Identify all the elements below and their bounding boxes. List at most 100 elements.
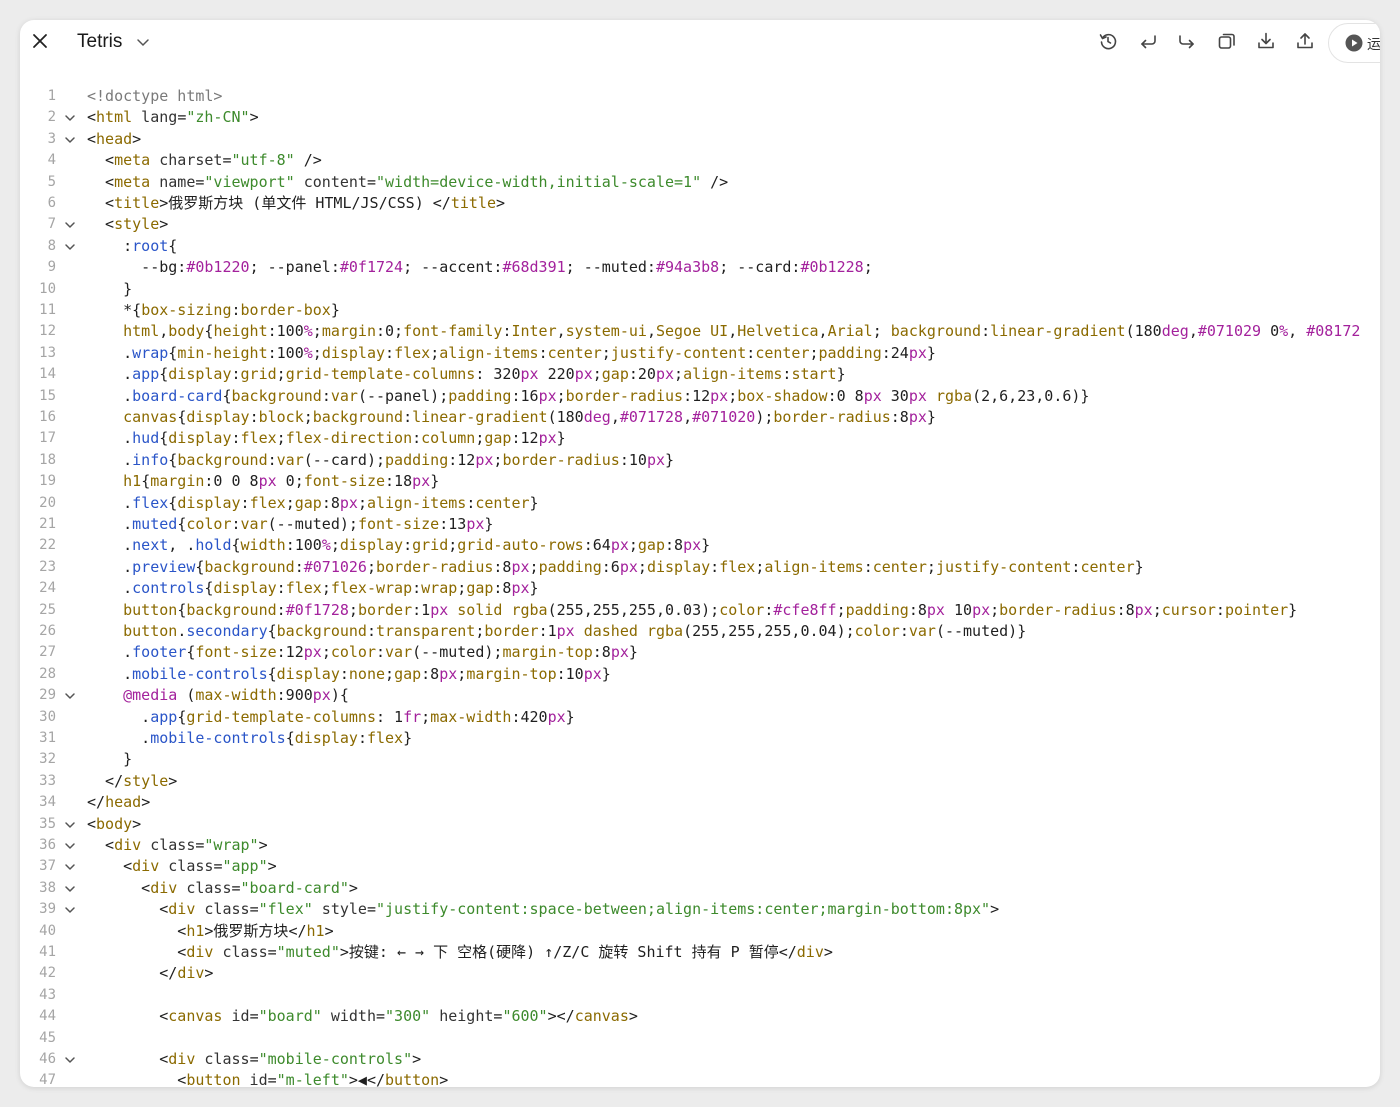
code-text: <html lang="zh-CN"> (87, 107, 259, 128)
code-line[interactable]: 25 button{background:#0f1728;border:1px … (20, 600, 1380, 621)
code-line[interactable]: 40 <h1>俄罗斯方块</h1> (20, 921, 1380, 942)
code-line[interactable]: 35 <body> (20, 814, 1380, 835)
code-line[interactable]: 13 .wrap{min-height:100%;display:flex;al… (20, 343, 1380, 364)
redo-icon[interactable] (1177, 31, 1197, 51)
code-token: ; (529, 557, 539, 576)
code-token: :0 8 (827, 386, 864, 405)
code-line[interactable]: 22 .next, .hold{width:100%;display:grid;… (20, 535, 1380, 556)
code-line[interactable]: 33 </style> (20, 771, 1380, 792)
code-line[interactable]: 24 .controls{display:flex;flex-wrap:wrap… (20, 578, 1380, 599)
code-token: : (87, 236, 133, 255)
fold-chevron-icon[interactable] (63, 111, 77, 125)
fold-chevron-icon[interactable] (63, 818, 77, 832)
code-token: :6 (601, 557, 620, 576)
code-token: } (87, 750, 133, 769)
code-line[interactable]: 11 *{box-sizing:border-box} (20, 300, 1380, 321)
code-line[interactable]: 18 .info{background:var(--card);padding:… (20, 450, 1380, 471)
code-token: padding (845, 600, 909, 619)
close-icon[interactable] (30, 31, 50, 51)
code-token: } (556, 429, 566, 448)
code-token: center (547, 343, 602, 362)
code-token: = (177, 108, 187, 127)
code-line[interactable]: 23 .preview{background:#071026;border-ra… (20, 557, 1380, 578)
code-token: , (646, 322, 656, 341)
download-icon[interactable] (1256, 31, 1276, 51)
code-line[interactable]: 15 .board-card{background:var(--panel);p… (20, 386, 1380, 407)
fold-chevron-icon[interactable] (63, 903, 77, 917)
code-line[interactable]: 9 --bg:#0b1220; --panel:#0f1724; --accen… (20, 257, 1380, 278)
code-line[interactable]: 44 <canvas id="board" width="300" height… (20, 1006, 1380, 1027)
code-token: . (87, 365, 133, 384)
code-token: { (177, 408, 187, 426)
code-line[interactable]: 12 html,body{height:100%;margin:0;font-f… (20, 321, 1380, 342)
fold-chevron-icon[interactable] (63, 839, 77, 853)
code-line[interactable]: 8 :root{ (20, 236, 1380, 257)
code-token: #cfe8ff (773, 600, 837, 619)
fold-chevron-icon[interactable] (63, 882, 77, 896)
code-line[interactable]: 37 <div class="app"> (20, 856, 1380, 877)
code-token: style (114, 215, 160, 234)
document-title[interactable]: Tetris (77, 31, 122, 53)
fold-chevron-icon[interactable] (63, 860, 77, 874)
code-editor[interactable]: 1 <!doctype html> 2 <html lang="zh-CN"> 3 <he… (20, 86, 1380, 1087)
code-line[interactable]: 46 <div class="mobile-controls"> (20, 1049, 1380, 1070)
code-token: block (258, 408, 304, 426)
code-line[interactable]: 6 <title>俄罗斯方块 (单文件 HTML/JS/CSS) </title… (20, 193, 1380, 214)
code-text: </head> (87, 792, 150, 813)
code-line[interactable]: 2 <html lang="zh-CN"> (20, 107, 1380, 128)
code-line[interactable]: 30 .app{grid-template-columns: 1fr;max-w… (20, 707, 1380, 728)
code-line[interactable]: 45 (20, 1028, 1380, 1049)
fold-chevron-icon[interactable] (63, 133, 77, 147)
code-text: :root{ (87, 236, 177, 257)
code-line[interactable]: 10 } (20, 279, 1380, 300)
fold-chevron-icon[interactable] (63, 240, 77, 254)
history-icon[interactable] (1098, 31, 1118, 51)
code-line[interactable]: 34 </head> (20, 792, 1380, 813)
fold-chevron-icon[interactable] (63, 689, 77, 703)
copy-icon[interactable] (1217, 31, 1237, 51)
chevron-down-icon[interactable] (136, 35, 150, 49)
code-line[interactable]: 26 button.secondary{background:transpare… (20, 621, 1380, 642)
code-line[interactable]: 16 canvas{display:block;background:linea… (20, 407, 1380, 428)
code-token: background (312, 408, 404, 426)
code-line[interactable]: 32 } (20, 749, 1380, 770)
run-button[interactable]: 运 (1328, 23, 1380, 63)
undo-icon[interactable] (1138, 31, 1158, 51)
code-line[interactable]: 42 </div> (20, 963, 1380, 984)
code-line[interactable]: 36 <div class="wrap"> (20, 835, 1380, 856)
code-line[interactable]: 3 <head> (20, 129, 1380, 150)
code-line[interactable]: 7 <style> (20, 214, 1380, 235)
code-line[interactable]: 20 .flex{display:flex;gap:8px;align-item… (20, 493, 1380, 514)
code-token: < (87, 943, 187, 961)
code-line[interactable]: 27 .footer{font-size:12px;color:var(--mu… (20, 642, 1380, 663)
code-token: { (231, 536, 241, 555)
fold-chevron-icon[interactable] (63, 218, 77, 232)
code-token: font-size (195, 643, 277, 662)
code-line[interactable]: 19 h1{margin:0 0 8px 0;font-size:18px} (20, 471, 1380, 492)
code-line[interactable]: 1 <!doctype html> (20, 86, 1380, 107)
code-token: #071026 (303, 557, 367, 576)
code-token: style (312, 900, 367, 919)
code-line[interactable]: 14 .app{display:grid;grid-template-colum… (20, 364, 1380, 385)
code-line[interactable]: 29 @media (max-width:900px){ (20, 685, 1380, 706)
code-line[interactable]: 43 (20, 985, 1380, 1006)
share-icon[interactable] (1295, 31, 1315, 51)
code-line[interactable]: 39 <div class="flex" style="justify-cont… (20, 899, 1380, 920)
code-token: title (450, 194, 496, 212)
code-line[interactable]: 4 <meta charset="utf-8" /> (20, 150, 1380, 171)
code-token: } (926, 343, 936, 362)
code-line[interactable]: 17 .hud{display:flex;flex-direction:colu… (20, 428, 1380, 449)
code-line[interactable]: 28 .mobile-controls{display:none;gap:8px… (20, 664, 1380, 685)
code-line[interactable]: 5 <meta name="viewport" content="width=d… (20, 172, 1380, 193)
code-line[interactable]: 38 <div class="board-card"> (20, 878, 1380, 899)
code-line[interactable]: 31 .mobile-controls{display:flex} (20, 728, 1380, 749)
code-token: . (87, 343, 133, 362)
code-line[interactable]: 41 <div class="muted">按键: ← → 下 空格(硬降) ↑… (20, 942, 1380, 963)
fold-chevron-icon[interactable] (63, 1053, 77, 1067)
code-token: flex (249, 493, 286, 512)
code-token: > (348, 878, 358, 897)
code-line[interactable]: 21 .muted{color:var(--muted);font-size:1… (20, 514, 1380, 535)
code-token: % (1279, 322, 1289, 341)
code-line[interactable]: 47 <button id="m-left">◀</button> (20, 1070, 1380, 1087)
code-token: ); (755, 408, 774, 426)
